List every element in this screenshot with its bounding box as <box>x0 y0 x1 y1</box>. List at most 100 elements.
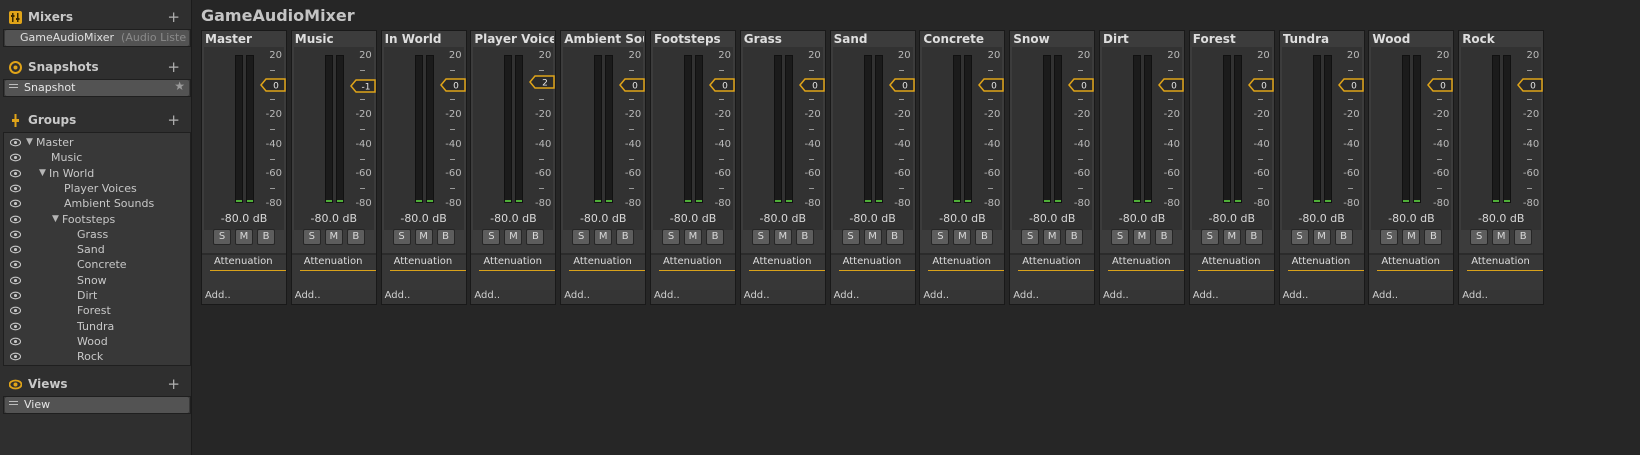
solo-button[interactable]: S <box>662 229 680 245</box>
solo-button[interactable]: S <box>751 229 770 245</box>
volume-fader-handle[interactable]: 0 <box>709 77 735 92</box>
bypass-button[interactable]: B <box>1065 229 1084 245</box>
solo-button[interactable]: S <box>482 229 501 245</box>
bypass-button[interactable]: B <box>436 229 455 245</box>
meter-area[interactable]: 200-20-40-60-800 <box>653 47 735 230</box>
bypass-button[interactable]: B <box>795 229 814 245</box>
drag-handle-icon[interactable] <box>9 87 18 88</box>
mute-button[interactable]: M <box>1133 229 1151 245</box>
solo-button[interactable]: S <box>1380 229 1399 245</box>
group-row[interactable]: ▼ In World <box>4 166 192 182</box>
meter-area[interactable]: 200-20-40-60-800 <box>1371 47 1454 230</box>
strip-name[interactable]: Wood <box>1372 32 1452 46</box>
meter-area[interactable]: 200-20-40-60-800 <box>383 47 466 230</box>
volume-fader-handle[interactable]: 0 <box>619 77 645 92</box>
attenuation-effect[interactable]: Attenuation <box>1197 256 1274 271</box>
add-effect-button[interactable]: Add.. <box>1372 290 1398 301</box>
mute-button[interactable]: M <box>1312 229 1331 245</box>
mute-button[interactable]: M <box>594 229 613 245</box>
eye-icon[interactable] <box>10 214 21 225</box>
group-row[interactable]: Rock <box>4 349 192 365</box>
group-row[interactable]: ▼ Footsteps <box>4 212 192 228</box>
meter-area[interactable]: 200-20-40-60-800 <box>742 47 825 230</box>
volume-fader-handle[interactable]: 0 <box>1158 77 1184 92</box>
mute-button[interactable]: M <box>863 229 882 245</box>
drag-handle-icon[interactable] <box>9 404 18 405</box>
mute-button[interactable]: M <box>1222 229 1241 245</box>
solo-button[interactable]: S <box>1111 229 1129 245</box>
solo-button[interactable]: S <box>213 229 231 245</box>
eye-icon[interactable] <box>10 229 21 240</box>
meter-area[interactable]: 200-20-40-60-800 <box>1102 47 1184 230</box>
bypass-button[interactable]: B <box>1514 229 1533 245</box>
strip-name[interactable]: Dirt <box>1103 32 1183 46</box>
meter-area[interactable]: 200-20-40-60-800 <box>563 47 645 230</box>
solo-button[interactable]: S <box>1470 229 1489 245</box>
attenuation-effect[interactable]: Attenuation <box>838 256 915 271</box>
bypass-button[interactable]: B <box>1155 229 1173 245</box>
attenuation-effect[interactable]: Attenuation <box>479 256 556 271</box>
mute-button[interactable]: M <box>1402 229 1421 245</box>
mute-button[interactable]: M <box>684 229 702 245</box>
expand-arrow-icon[interactable]: ▼ <box>52 214 59 224</box>
mute-button[interactable]: M <box>773 229 792 245</box>
add-mixer-button[interactable]: + <box>167 8 180 26</box>
add-snapshot-button[interactable]: + <box>167 58 180 76</box>
mute-button[interactable]: M <box>953 229 972 245</box>
volume-fader-handle[interactable]: 0 <box>888 77 915 92</box>
add-effect-button[interactable]: Add.. <box>385 290 411 301</box>
bypass-button[interactable]: B <box>257 229 275 245</box>
meter-area[interactable]: 200-20-40-60-802 <box>473 47 556 230</box>
bypass-button[interactable]: B <box>526 229 545 245</box>
group-row[interactable]: Forest <box>4 303 192 319</box>
strip-name[interactable]: Music <box>295 32 375 46</box>
add-effect-button[interactable]: Add.. <box>205 290 231 301</box>
meter-area[interactable]: 200-20-40-60-800 <box>832 47 915 230</box>
view-row[interactable]: View <box>5 397 189 413</box>
bypass-button[interactable]: B <box>975 229 994 245</box>
bypass-button[interactable]: B <box>1334 229 1353 245</box>
eye-icon[interactable] <box>10 183 21 194</box>
meter-area[interactable]: 200-20-40-60-800 <box>1461 47 1543 230</box>
add-group-button[interactable]: + <box>167 111 180 129</box>
attenuation-effect[interactable]: Attenuation <box>1377 256 1454 271</box>
solo-button[interactable]: S <box>841 229 860 245</box>
solo-button[interactable]: S <box>392 229 411 245</box>
strip-name[interactable]: Forest <box>1193 32 1273 46</box>
mute-button[interactable]: M <box>1492 229 1511 245</box>
volume-fader-handle[interactable]: 0 <box>978 77 1005 92</box>
volume-fader-handle[interactable]: 0 <box>260 77 286 92</box>
attenuation-effect[interactable]: Attenuation <box>210 256 286 271</box>
eye-icon[interactable] <box>10 290 21 301</box>
group-row[interactable]: Tundra <box>4 319 192 335</box>
add-effect-button[interactable]: Add.. <box>744 290 770 301</box>
attenuation-effect[interactable]: Attenuation <box>1287 256 1364 271</box>
eye-icon[interactable] <box>10 259 21 270</box>
strip-name[interactable]: In World <box>385 32 465 46</box>
group-row[interactable]: Concrete <box>4 257 192 273</box>
volume-fader-handle[interactable]: 0 <box>1337 77 1364 92</box>
group-row[interactable]: Ambient Sounds <box>4 196 192 212</box>
meter-area[interactable]: 200-20-40-60-800 <box>1191 47 1274 230</box>
add-effect-button[interactable]: Add.. <box>1103 290 1129 301</box>
solo-button[interactable]: S <box>302 229 321 245</box>
meter-area[interactable]: 200-20-40-60-80-1 <box>293 47 376 230</box>
attenuation-effect[interactable]: Attenuation <box>1108 256 1184 271</box>
add-effect-button[interactable]: Add.. <box>1013 290 1039 301</box>
add-view-button[interactable]: + <box>167 375 180 393</box>
group-row[interactable]: Player Voices <box>4 181 192 197</box>
group-row[interactable]: Dirt <box>4 288 192 304</box>
group-row[interactable]: Snow <box>4 273 192 289</box>
eye-icon[interactable] <box>10 137 21 148</box>
eye-icon[interactable] <box>10 244 21 255</box>
volume-fader-handle[interactable]: 0 <box>439 77 466 92</box>
eye-icon[interactable] <box>10 152 21 163</box>
attenuation-effect[interactable]: Attenuation <box>569 256 646 271</box>
snapshot-row[interactable]: Snapshot ★ <box>5 79 189 96</box>
expand-arrow-icon[interactable]: ▼ <box>39 168 46 178</box>
group-row[interactable]: Music <box>4 150 192 166</box>
attenuation-effect[interactable]: Attenuation <box>299 256 376 271</box>
mute-button[interactable]: M <box>1043 229 1062 245</box>
eye-icon[interactable] <box>10 321 21 332</box>
meter-area[interactable]: 200-20-40-60-800 <box>1012 47 1094 230</box>
